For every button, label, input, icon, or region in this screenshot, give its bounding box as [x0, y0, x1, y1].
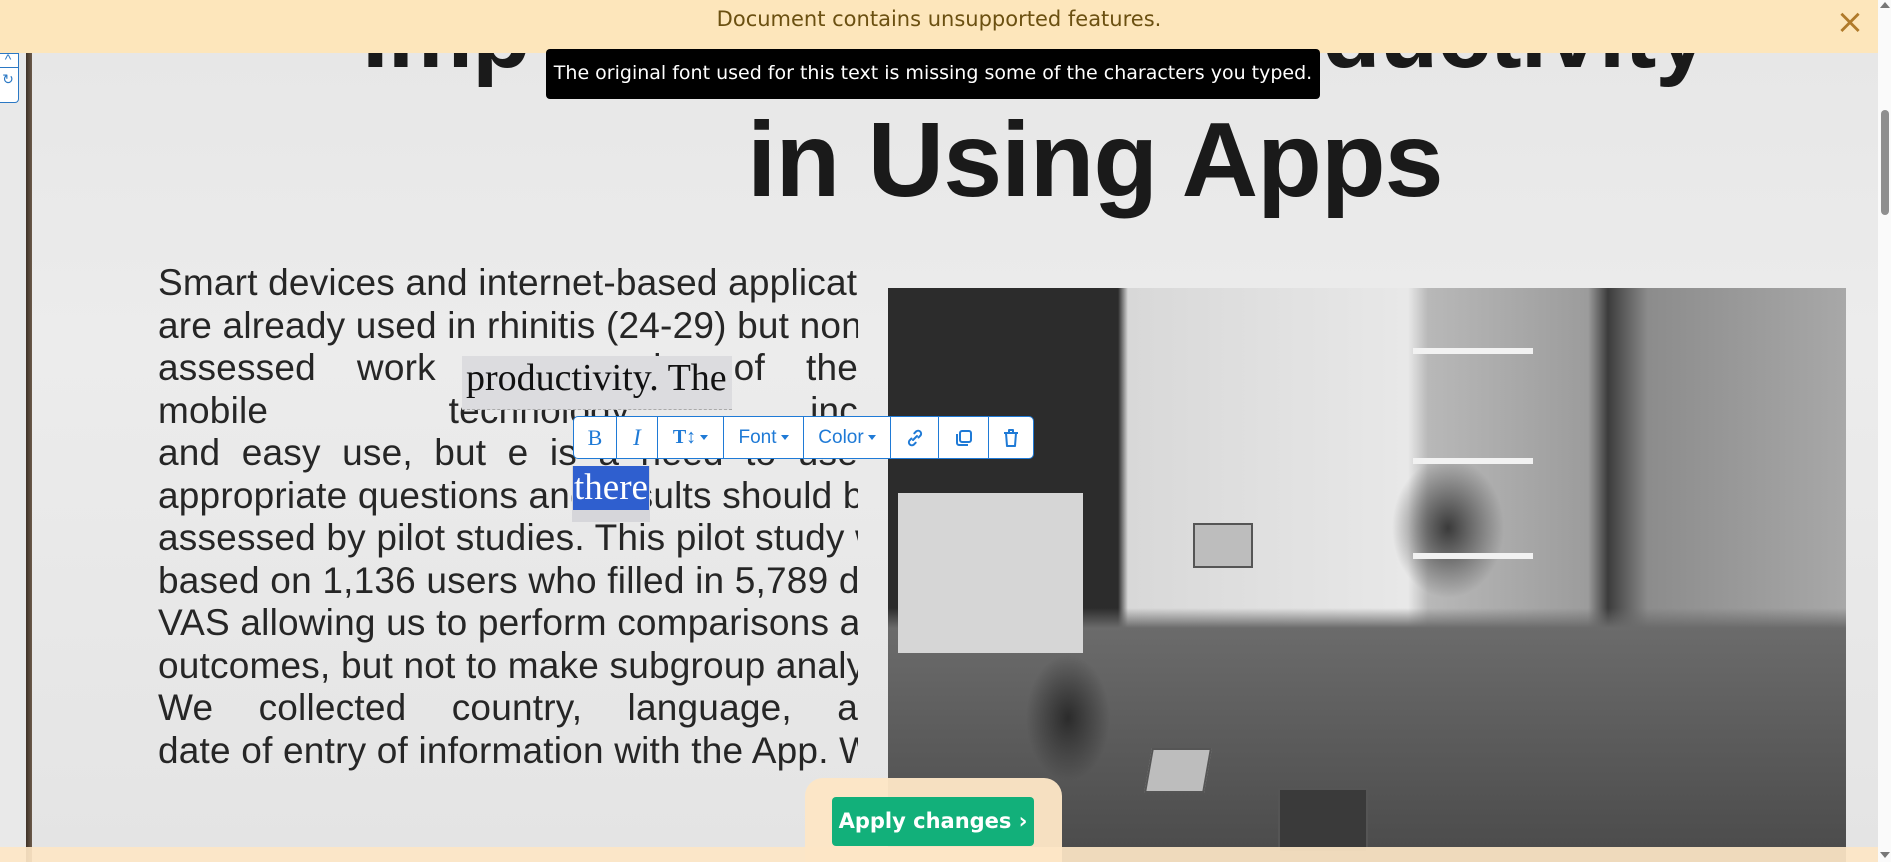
body-line[interactable]: Smart devices and internet-based applica…	[158, 262, 858, 305]
photo-laptop	[1193, 523, 1253, 568]
color-dropdown[interactable]: Color	[804, 417, 891, 458]
link-icon	[907, 429, 922, 446]
body-line[interactable]: assessed by pilot studies. This pilot st…	[158, 517, 858, 560]
edited-text[interactable]: productivity. The	[466, 356, 727, 400]
chevron-down-icon	[867, 435, 876, 440]
format-toolbar: B I T↕ Font Color	[573, 416, 1034, 459]
side-controls: ^ ↻	[0, 52, 19, 103]
scroll-up-arrow-icon[interactable]	[1880, 2, 1890, 8]
link-button[interactable]	[891, 417, 939, 458]
duplicate-button[interactable]	[939, 417, 989, 458]
trash-icon	[1004, 428, 1018, 447]
vertical-scrollbar[interactable]	[1878, 0, 1891, 862]
font-dropdown[interactable]: Font	[724, 417, 804, 458]
photo-projector-screen	[898, 493, 1083, 653]
body-paragraph[interactable]: Smart devices and internet-based applica…	[158, 262, 858, 772]
body-line[interactable]: VAS allowing us to perform comparisons a…	[158, 602, 858, 645]
apply-changes-button[interactable]: Apply changes ›	[832, 797, 1034, 846]
body-line[interactable]: based on 1,136 users who filled in 5,789…	[158, 560, 858, 603]
photo-shelf	[1413, 348, 1533, 354]
font-label: Font	[738, 426, 777, 448]
italic-button[interactable]: I	[617, 417, 658, 458]
banner-message: Document contains unsupported features.	[716, 7, 1162, 31]
chevron-down-icon	[780, 435, 789, 440]
scroll-thumb[interactable]	[1881, 110, 1889, 215]
photo-shelf	[1413, 553, 1533, 559]
duplicate-icon	[955, 429, 972, 446]
unsupported-features-banner: Document contains unsupported features. …	[0, 0, 1878, 53]
chevron-up-icon[interactable]: ^	[0, 52, 18, 68]
redo-icon[interactable]: ↻	[0, 68, 18, 92]
italic-icon: I	[633, 424, 641, 450]
bold-button[interactable]: B	[574, 417, 617, 458]
headline-line2[interactable]: in Using Apps	[747, 100, 1444, 221]
photo-laptop	[1144, 748, 1212, 793]
text-size-icon: T↕	[672, 426, 697, 448]
chevron-down-icon	[700, 435, 709, 440]
delete-button[interactable]	[989, 417, 1033, 458]
scroll-down-arrow-icon[interactable]	[1880, 852, 1890, 858]
meeting-photo[interactable]	[888, 288, 1846, 862]
photo-laptop	[1278, 788, 1368, 853]
photo-shelf	[1413, 458, 1533, 464]
body-line[interactable]: appropriate questions and results should…	[158, 475, 858, 518]
selected-word[interactable]: there	[573, 466, 649, 510]
body-line[interactable]: We collected country, language, a	[158, 687, 858, 730]
missing-font-tooltip: The original font used for this text is …	[546, 49, 1320, 99]
text-size-dropdown[interactable]: T↕	[658, 417, 724, 458]
body-line[interactable]: date of entry of information with the Ap…	[158, 730, 858, 773]
color-label: Color	[818, 426, 864, 448]
bold-icon: B	[587, 424, 603, 450]
close-icon[interactable]: ×	[1834, 5, 1866, 39]
body-line[interactable]: are already used in rhinitis (24-29) but…	[158, 305, 858, 348]
body-line[interactable]: outcomes, but not to make subgroup analy…	[158, 645, 858, 688]
